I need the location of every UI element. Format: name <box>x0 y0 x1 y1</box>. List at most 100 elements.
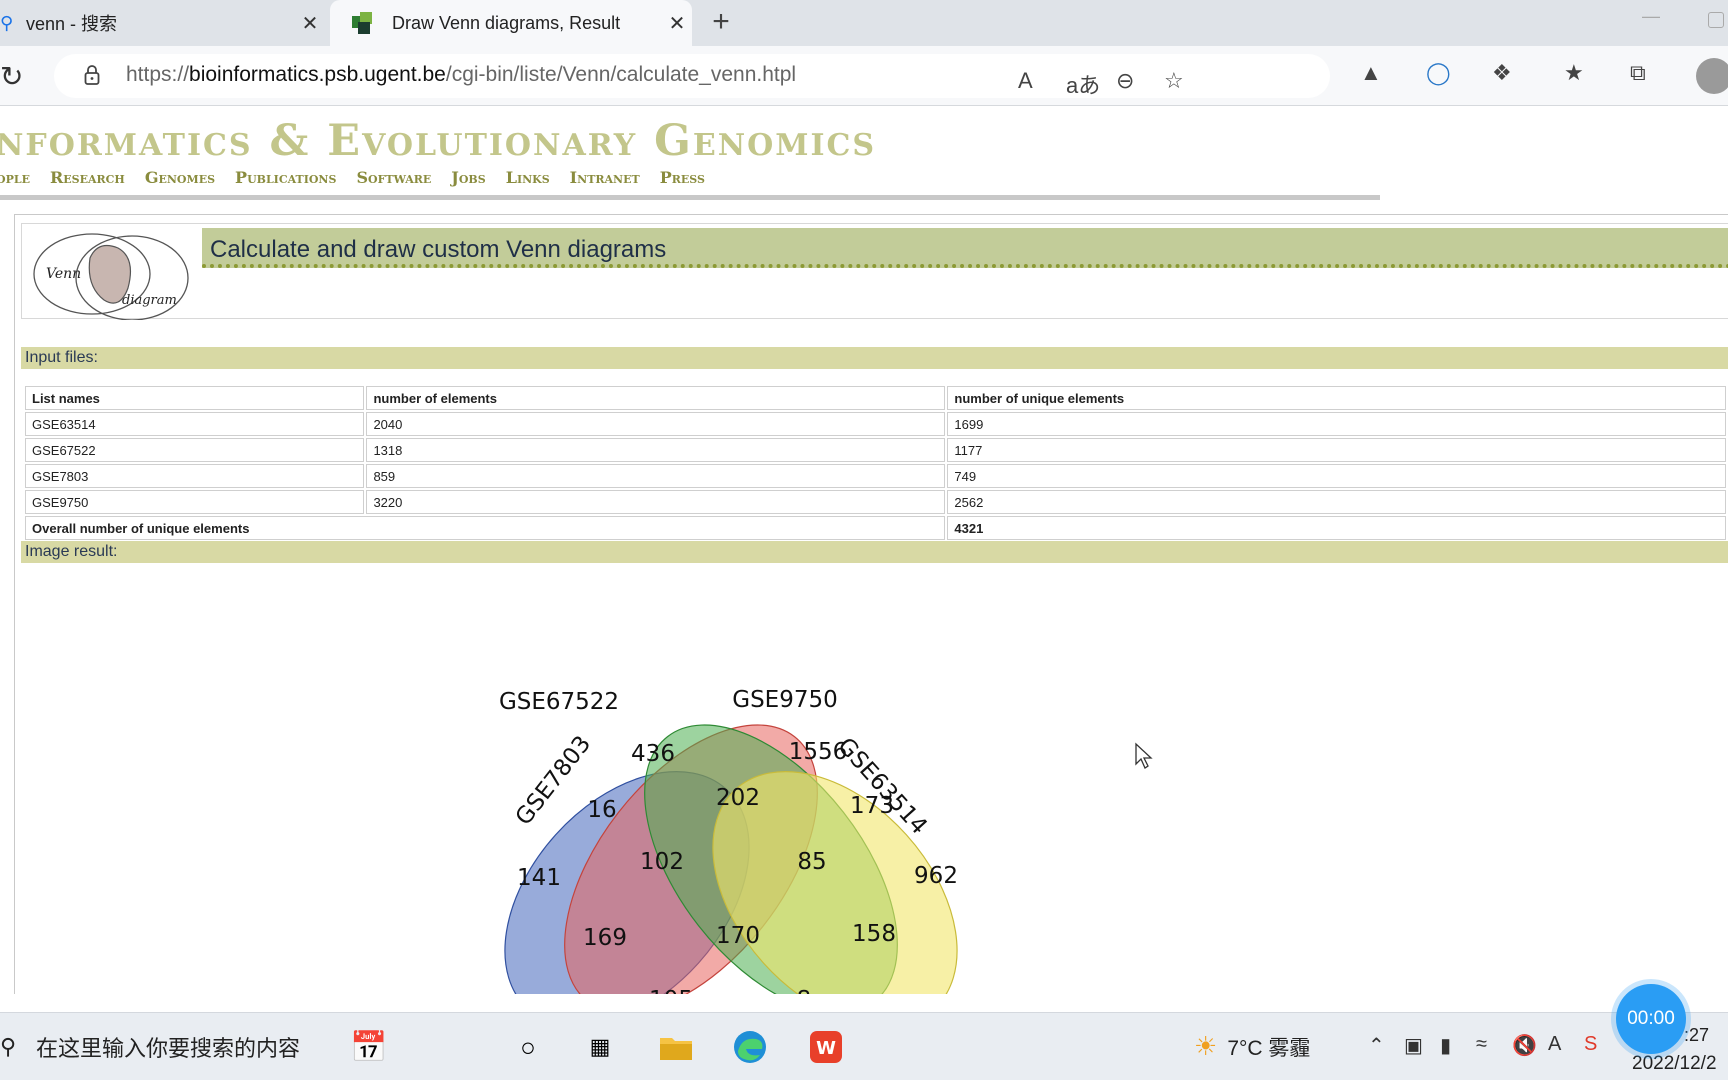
venn-label-gse9750: GSE9750 <box>732 687 838 713</box>
taskbar-search[interactable]: ⚲ 在这里输入你要搜索的内容 📅 <box>0 1025 490 1069</box>
reload-icon[interactable]: ↻ <box>0 60 23 93</box>
table-total-row: Overall number of unique elements 4321 <box>25 516 1726 540</box>
clock-date[interactable]: 2022/12/2 <box>1632 1053 1717 1075</box>
venn-label-gse67522: GSE67522 <box>499 689 619 715</box>
table-cell: GSE9750 <box>25 490 365 514</box>
cortana-icon[interactable]: ○ <box>508 1027 548 1067</box>
nav-link-software[interactable]: Software <box>356 168 431 187</box>
battery-icon[interactable]: ▮ <box>1440 1033 1451 1058</box>
extensions-icon[interactable]: ❖ <box>1492 60 1512 86</box>
url-text[interactable]: https://bioinformatics.psb.ugent.be/cgi-… <box>126 63 796 87</box>
venn-region-value: 8 <box>797 987 812 994</box>
weather-icon: ☀ <box>1194 1031 1218 1061</box>
table-header: List names <box>25 386 365 410</box>
favorites-icon[interactable]: ★ <box>1564 60 1584 86</box>
table-cell: 2040 <box>366 412 946 436</box>
overall-value: 4321 <box>947 516 1726 540</box>
table-row: GSE7803 859 749 <box>25 464 1726 488</box>
search-icon: ⚲ <box>0 12 14 33</box>
translate-icon[interactable]: aあ <box>1066 68 1100 100</box>
input-files-table: List names number of elements number of … <box>23 384 1728 542</box>
venn-region-value: 962 <box>914 863 958 889</box>
overall-label: Overall number of unique elements <box>25 516 946 540</box>
table-header-row: List names number of elements number of … <box>25 386 1726 410</box>
weather-text: 7°C 雾霾 <box>1227 1036 1311 1060</box>
close-icon[interactable]: ✕ <box>662 11 692 36</box>
venn-region-value: 1556 <box>789 739 848 765</box>
site-header: nformatics & Evolutionary Genomics ople … <box>0 106 1380 200</box>
lock-icon[interactable] <box>84 64 100 86</box>
venn-region-value: 102 <box>640 849 684 875</box>
address-toolbar: ↻ https://bioinformatics.psb.ugent.be/cg… <box>0 46 1728 106</box>
logo-text-venn: Venn <box>46 266 81 282</box>
sogou-ime-icon[interactable]: S <box>1584 1033 1597 1056</box>
venn-region-value: 170 <box>716 923 760 949</box>
table-cell: 1699 <box>947 412 1726 436</box>
table-row: GSE9750 3220 2562 <box>25 490 1726 514</box>
venn-region-value: 173 <box>850 793 894 819</box>
chevron-up-icon[interactable]: ⌃ <box>1368 1033 1385 1058</box>
site-title: nformatics & Evolutionary Genomics <box>0 116 877 166</box>
site-nav: ople Research Genomes Publications Softw… <box>0 168 705 187</box>
profile-avatar[interactable] <box>1696 58 1728 94</box>
nav-link-research[interactable]: Research <box>50 168 125 187</box>
clock-time[interactable]: :27 <box>1684 1025 1709 1046</box>
venn-diagram: GSE7803 GSE67522 GSE9750 GSE63514 141 43… <box>499 687 958 994</box>
tab-title: venn - 搜索 <box>26 14 118 34</box>
tab-venn-search[interactable]: ⚲ venn - 搜索 ✕ <box>0 0 325 46</box>
venn-region-value: 202 <box>716 785 760 811</box>
speaker-muted-icon[interactable]: 🔇 <box>1512 1033 1537 1058</box>
file-explorer-icon[interactable] <box>656 1027 696 1067</box>
recording-timer[interactable]: 00:00 <box>1616 984 1686 1054</box>
venn-region-value: 105 <box>649 987 693 994</box>
table-row: GSE67522 1318 1177 <box>25 438 1726 462</box>
table-cell: 749 <box>947 464 1726 488</box>
logo-text-diagram: diagram <box>122 293 177 308</box>
nav-link-people[interactable]: ople <box>0 168 30 187</box>
nav-link-intranet[interactable]: Intranet <box>570 168 640 187</box>
nav-link-links[interactable]: Links <box>506 168 550 187</box>
table-cell: GSE7803 <box>25 464 365 488</box>
table-header: number of elements <box>366 386 946 410</box>
wps-office-icon[interactable]: W <box>806 1027 846 1067</box>
table-cell: GSE63514 <box>25 412 365 436</box>
zoom-out-icon[interactable]: ⊖ <box>1116 68 1134 94</box>
url-host: bioinformatics.psb.ugent.be <box>189 63 446 86</box>
tab-venn-result[interactable]: Draw Venn diagrams, Result ✕ <box>330 0 692 46</box>
input-method-icon[interactable]: A <box>1548 1033 1561 1056</box>
task-view-icon[interactable]: ▦ <box>580 1027 620 1067</box>
collections-icon[interactable]: ⧉ <box>1630 60 1646 86</box>
weather-widget[interactable]: ☀ 7°C 雾霾 <box>1194 1031 1310 1062</box>
nav-link-press[interactable]: Press <box>660 168 705 187</box>
table-row: GSE63514 2040 1699 <box>25 412 1726 436</box>
read-aloud-icon[interactable]: A <box>1018 68 1033 94</box>
table-cell: 1177 <box>947 438 1726 462</box>
edge-browser-icon[interactable] <box>730 1027 770 1067</box>
venn-region-value: 169 <box>583 925 627 951</box>
add-favorite-icon[interactable]: ☆ <box>1164 68 1184 94</box>
minimize-icon[interactable]: — <box>1642 6 1660 27</box>
maximize-icon[interactable] <box>1708 12 1724 28</box>
input-files-section: Input files: <box>21 347 1728 369</box>
url-scheme: https:// <box>126 63 190 86</box>
nav-link-genomes[interactable]: Genomes <box>145 168 215 187</box>
heading-band: Calculate and draw custom Venn diagrams <box>202 228 1728 268</box>
venn-region-value: 436 <box>631 741 675 767</box>
extension-bird-icon[interactable]: ▲ <box>1360 60 1382 86</box>
main-content: Venn diagram Calculate and draw custom V… <box>14 214 1728 994</box>
new-tab-button[interactable]: + <box>704 6 738 40</box>
table-header: number of unique elements <box>947 386 1726 410</box>
table-cell: 1318 <box>366 438 946 462</box>
address-bar[interactable]: https://bioinformatics.psb.ugent.be/cgi-… <box>54 54 1330 98</box>
nav-link-jobs[interactable]: Jobs <box>451 168 485 187</box>
venn-region-value: 16 <box>587 797 616 823</box>
nav-link-publications[interactable]: Publications <box>235 168 336 187</box>
favicon-icon <box>352 12 372 34</box>
search-icon: ⚲ <box>0 1034 17 1059</box>
venn-region-value: 158 <box>852 921 896 947</box>
wifi-icon[interactable]: ≈ <box>1476 1033 1487 1056</box>
extension-ie-icon[interactable]: ◯ <box>1426 60 1451 86</box>
close-icon[interactable]: ✕ <box>295 11 325 36</box>
image-result-section: Image result: <box>21 541 1728 563</box>
tray-app-icon[interactable]: ▣ <box>1404 1033 1423 1058</box>
